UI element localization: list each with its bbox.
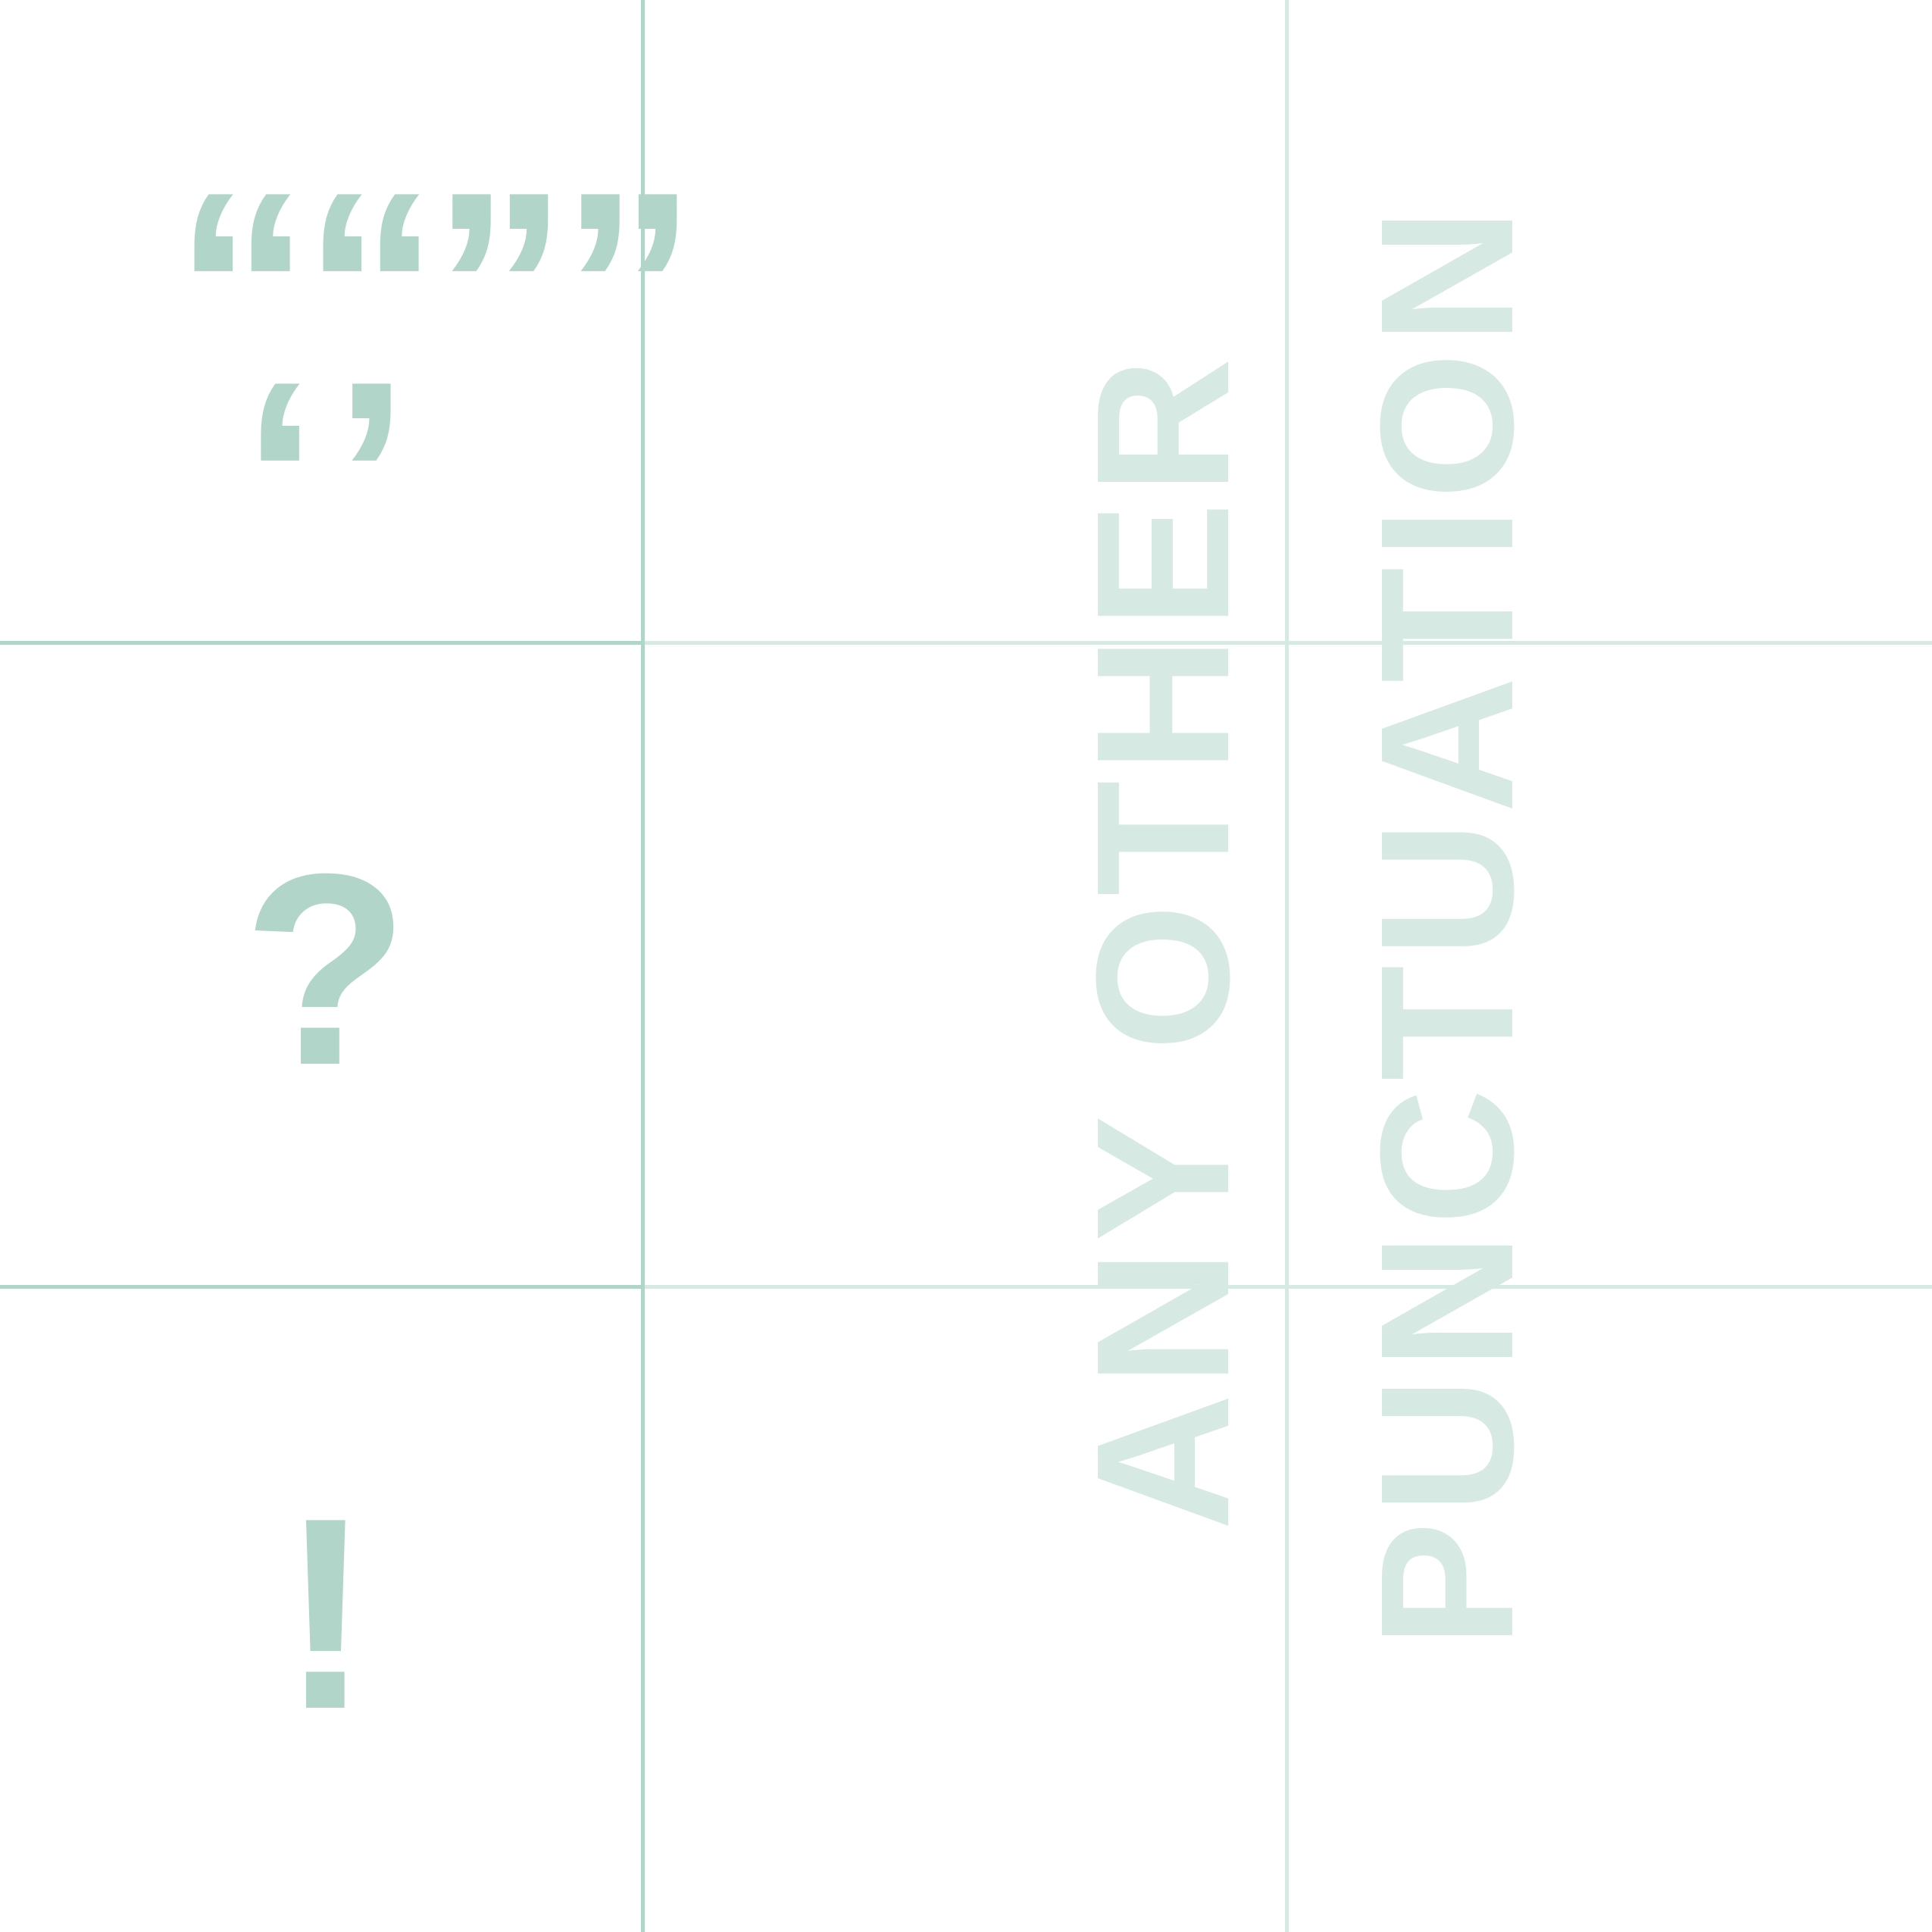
- grid-horizontal-line-2-left: [0, 1285, 645, 1289]
- exclamation-mark-glyph: !: [280, 1462, 371, 1766]
- vertical-text-punctuation: PUNCTUATION: [1341, 200, 1552, 1648]
- question-mark-glyph: ?: [242, 818, 409, 1122]
- vertical-text-any-other: ANY OTHER: [1057, 350, 1268, 1530]
- grid-horizontal-line-1-right: [645, 641, 1932, 645]
- grid-vertical-line-2: [1285, 0, 1289, 1932]
- double-quotation-marks-glyph: ““””: [174, 136, 697, 440]
- grid-horizontal-line-1-left: [0, 641, 645, 645]
- single-quotation-marks-glyph: ‘’: [242, 325, 425, 630]
- grid-horizontal-line-2-right: [645, 1285, 1932, 1289]
